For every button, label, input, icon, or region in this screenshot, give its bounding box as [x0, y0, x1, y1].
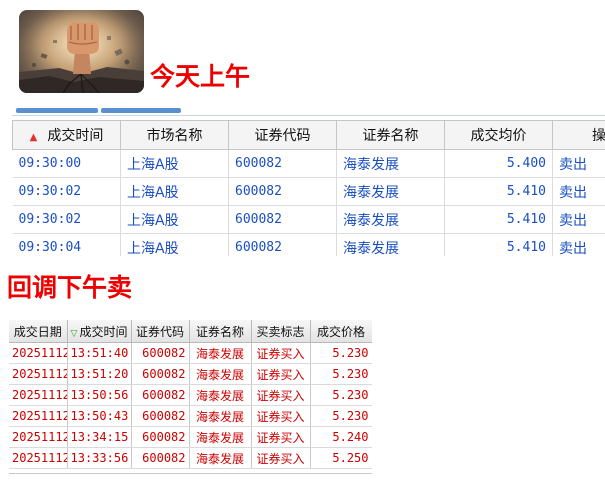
cell-name: 海泰发展 — [336, 149, 445, 178]
panel-tab-1[interactable] — [16, 108, 98, 113]
cell-price: 5.230 — [310, 384, 372, 406]
cell-name: 海泰发展 — [189, 363, 252, 385]
table-row[interactable]: 09:30:04 上海A股 600082 海泰发展 5.410 卖出 — [12, 233, 605, 256]
tab-strip-divider — [12, 115, 605, 116]
cell-time: 09:30:04 — [12, 233, 121, 256]
cell-date: 20251112 — [9, 342, 68, 364]
cell-name: 海泰发展 — [189, 405, 252, 427]
table-row[interactable]: 09:30:00 上海A股 600082 海泰发展 5.400 卖出 — [12, 149, 605, 178]
col-header-action[interactable]: 操作 — [552, 120, 605, 150]
cell-time: 13:34:15 — [67, 426, 132, 448]
col-header-avg-price[interactable]: 成交均价 — [444, 120, 553, 150]
panel-tab-2[interactable] — [101, 108, 181, 113]
cell-time: 13:50:56 — [67, 384, 132, 406]
table-row[interactable]: 20251112 13:51:20 600082 海泰发展 证券买入 5.230 — [9, 363, 372, 385]
col-header-trade-date[interactable]: 成交日期 — [9, 320, 68, 343]
cell-date: 20251112 — [9, 405, 68, 427]
cell-side: 证券买入 — [251, 342, 311, 364]
cell-code: 600082 — [228, 205, 337, 234]
cell-price: 5.400 — [444, 149, 553, 178]
cell-name: 海泰发展 — [189, 447, 252, 469]
cell-code: 600082 — [228, 233, 337, 256]
col-header-side[interactable]: 买卖标志 — [251, 320, 311, 343]
cell-price: 5.230 — [310, 363, 372, 385]
cell-action: 卖出 — [552, 233, 605, 256]
sort-descending-icon: ▽ — [70, 328, 78, 339]
col-header-trade-time[interactable]: ▲ 成交时间 — [12, 120, 121, 150]
cell-price: 5.410 — [444, 177, 553, 206]
cell-side: 证券买入 — [251, 363, 311, 385]
heading-morning: 今天上午 — [150, 62, 251, 91]
cell-date: 20251112 — [9, 447, 68, 469]
cell-side: 证券买入 — [251, 384, 311, 406]
table-header-row: ▲成交时间 市场名称 证券代码 证券名称 成交均价 操作 — [12, 120, 605, 150]
table-row[interactable]: 20251112 13:34:15 600082 海泰发展 证券买入 5.240 — [9, 426, 372, 448]
cell-name: 海泰发展 — [336, 205, 445, 234]
cell-price: 5.410 — [444, 205, 553, 234]
sort-ascending-icon: ▲ — [29, 132, 38, 143]
col-header-code[interactable]: 证券代码 — [131, 320, 190, 343]
cell-code: 600082 — [131, 342, 190, 364]
col-header-code[interactable]: 证券代码 — [228, 120, 337, 150]
fist-illustration — [19, 10, 144, 93]
cell-side: 证券买入 — [251, 405, 311, 427]
cell-time: 09:30:02 — [12, 205, 121, 234]
cell-code: 600082 — [131, 363, 190, 385]
heading-afternoon: 回调下午卖 — [7, 273, 133, 302]
table-row[interactable]: 20251112 13:50:43 600082 海泰发展 证券买入 5.230 — [9, 405, 372, 427]
cell-time: 09:30:02 — [12, 177, 121, 206]
table-row[interactable]: 09:30:02 上海A股 600082 海泰发展 5.410 卖出 — [12, 177, 605, 206]
cell-code: 600082 — [228, 149, 337, 178]
cell-time: 09:30:00 — [12, 149, 121, 178]
cell-code: 600082 — [131, 426, 190, 448]
cell-side: 证券买入 — [251, 426, 311, 448]
cell-price: 5.240 — [310, 426, 372, 448]
col-header-name[interactable]: 证券名称 — [336, 120, 445, 150]
cell-name: 海泰发展 — [189, 426, 252, 448]
table-header-row: 成交日期 ▽ 成交时间 证券代码 证券名称 买卖标志 成交价格 — [9, 320, 372, 343]
cell-code: 600082 — [228, 177, 337, 206]
col-header-trade-time[interactable]: ▽ 成交时间 — [67, 320, 132, 343]
table-row[interactable]: 20251112 13:33:56 600082 海泰发展 证券买入 5.250 — [9, 447, 372, 469]
cell-market: 上海A股 — [120, 177, 229, 206]
col-header-price[interactable]: 成交价格 — [310, 320, 372, 343]
cell-time: 13:51:20 — [67, 363, 132, 385]
table-row[interactable]: 20251112 13:50:56 600082 海泰发展 证券买入 5.230 — [9, 384, 372, 406]
cell-action: 卖出 — [552, 177, 605, 206]
cell-action: 卖出 — [552, 149, 605, 178]
fist-smash-image — [19, 10, 144, 93]
cell-action: 卖出 — [552, 205, 605, 234]
cell-price: 5.230 — [310, 342, 372, 364]
cell-code: 600082 — [131, 384, 190, 406]
table-row[interactable]: 09:30:02 上海A股 600082 海泰发展 5.410 卖出 — [12, 205, 605, 234]
cell-market: 上海A股 — [120, 233, 229, 256]
cell-name: 海泰发展 — [336, 233, 445, 256]
cell-time: 13:50:43 — [67, 405, 132, 427]
afternoon-trades-table: 成交日期 ▽ 成交时间 证券代码 证券名称 买卖标志 成交价格 20251112 … — [9, 320, 372, 469]
cell-name: 海泰发展 — [189, 384, 252, 406]
cell-market: 上海A股 — [120, 149, 229, 178]
morning-trades-table: ▲成交时间 市场名称 证券代码 证券名称 成交均价 操作 09:30:00 上海… — [12, 120, 605, 256]
cell-side: 证券买入 — [251, 447, 311, 469]
afternoon-trades-panel: 成交日期 ▽ 成交时间 证券代码 证券名称 买卖标志 成交价格 20251112 … — [9, 320, 372, 474]
col-header-market[interactable]: 市场名称 — [120, 120, 229, 150]
morning-trades-panel: ▲成交时间 市场名称 证券代码 证券名称 成交均价 操作 09:30:00 上海… — [12, 106, 605, 256]
cell-code: 600082 — [131, 447, 190, 469]
cell-time: 13:33:56 — [67, 447, 132, 469]
cell-price: 5.230 — [310, 405, 372, 427]
cell-time: 13:51:40 — [67, 342, 132, 364]
cell-market: 上海A股 — [120, 205, 229, 234]
table-row[interactable]: 20251112 13:51:40 600082 海泰发展 证券买入 5.230 — [9, 342, 372, 364]
cell-price: 5.250 — [310, 447, 372, 469]
col-header-name[interactable]: 证券名称 — [189, 320, 252, 343]
panel-tab-strip — [12, 106, 605, 118]
cell-name: 海泰发展 — [189, 342, 252, 364]
cell-code: 600082 — [131, 405, 190, 427]
cell-date: 20251112 — [9, 384, 68, 406]
cell-name: 海泰发展 — [336, 177, 445, 206]
cell-price: 5.410 — [444, 233, 553, 256]
cell-date: 20251112 — [9, 363, 68, 385]
cell-date: 20251112 — [9, 426, 68, 448]
